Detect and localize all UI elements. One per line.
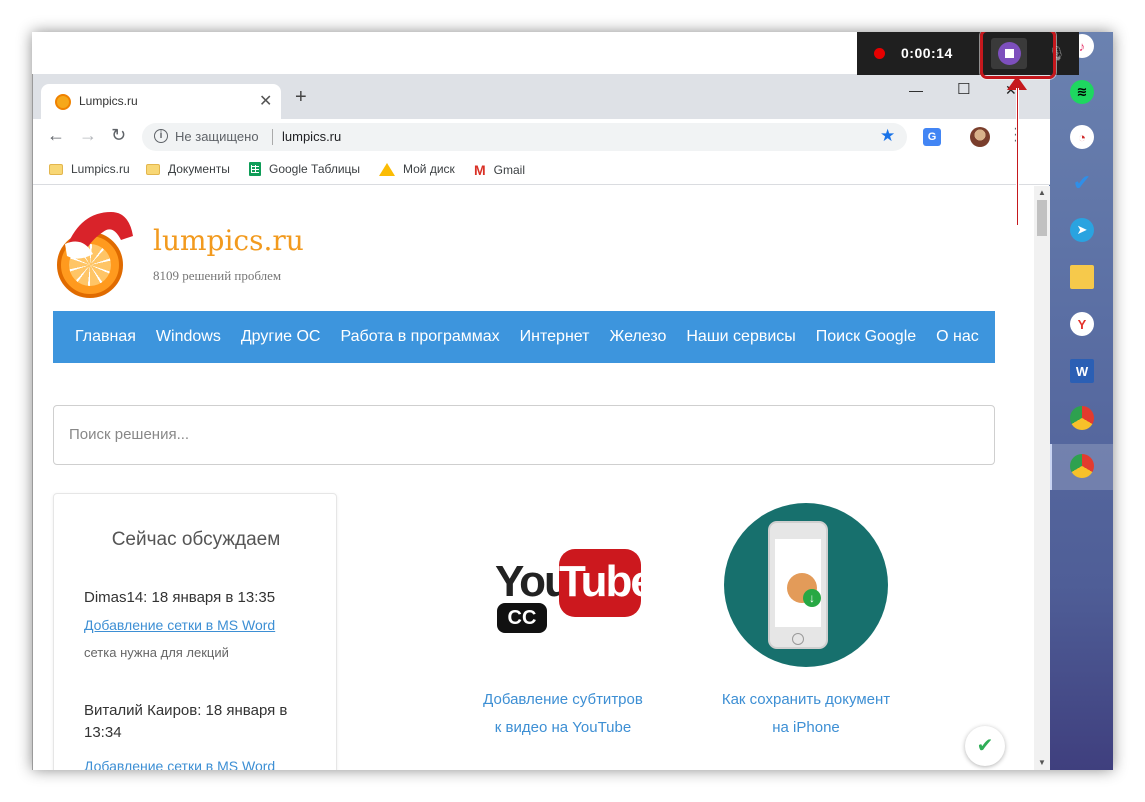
reload-icon[interactable]: ↻: [111, 125, 126, 146]
scroll-thumb[interactable]: [1037, 200, 1047, 236]
taskbar: ♪ ≋ ◔ ✔ ➤ Y W: [1049, 32, 1113, 770]
tab-strip: Lumpics.ru ✕ + — ☐ ✕: [33, 74, 1050, 119]
bookmark-star-icon[interactable]: ★: [880, 126, 895, 146]
bookmark-google-sheets[interactable]: Google Таблицы: [249, 162, 360, 176]
bookmark-my-drive[interactable]: Мой диск: [379, 162, 455, 176]
site-title[interactable]: lumpics.ru: [153, 224, 304, 257]
drive-icon: [379, 162, 395, 176]
annotation-highlight-box: [980, 32, 1056, 79]
article-card-caption[interactable]: Как сохранить документ на iPhone: [696, 686, 916, 742]
browser-toolbar: ← → ↻ i Не защищено lumpics.ru ★ G ···: [33, 119, 1050, 155]
close-tab-icon[interactable]: ✕: [259, 91, 272, 111]
address-url[interactable]: lumpics.ru: [282, 129, 341, 144]
translate-extension-icon[interactable]: G: [923, 128, 941, 146]
nav-services[interactable]: Наши сервисы: [686, 328, 795, 346]
iphone-icon: ↓: [768, 521, 828, 649]
gmail-icon: M: [474, 162, 486, 178]
tab-title: Lumpics.ru: [79, 94, 138, 108]
folder-icon: [49, 163, 63, 175]
comment-article-link[interactable]: Добавление сетки в MS Word: [84, 758, 275, 770]
home-button-icon: [792, 633, 804, 645]
minimize-icon[interactable]: —: [909, 82, 923, 98]
bookmarks-bar: Lumpics.ru Документы Google Таблицы Мой …: [33, 155, 1050, 185]
web-page: lumpics.ru 8109 решений проблем Главная …: [33, 186, 1037, 770]
folder-icon: [146, 163, 160, 175]
cc-icon: CC: [497, 603, 547, 633]
page-scrollbar[interactable]: ▲ ▼: [1034, 186, 1050, 770]
folder-icon[interactable]: [1070, 265, 1094, 289]
new-tab-icon[interactable]: +: [295, 87, 307, 107]
shield-check-icon[interactable]: ✔: [965, 726, 1005, 766]
sheets-icon: [249, 162, 261, 176]
nav-hardware[interactable]: Железо: [609, 328, 666, 346]
desktop-screen: ♪ ≋ ◔ ✔ ➤ Y W Lumpics.ru ✕ + — ☐ ✕ ← → ↻: [32, 32, 1113, 770]
chrome-profile-icon[interactable]: [1070, 454, 1094, 478]
annotation-arrow-line: [1016, 88, 1019, 225]
info-icon[interactable]: i: [154, 129, 168, 143]
site-search-box: [53, 405, 995, 465]
site-navbar: Главная Windows Другие ОС Работа в прогр…: [53, 311, 995, 363]
nav-windows[interactable]: Windows: [156, 328, 221, 346]
nav-about[interactable]: О нас: [936, 328, 979, 346]
nav-internet[interactable]: Интернет: [520, 328, 590, 346]
yandex-browser-icon[interactable]: Y: [1070, 312, 1094, 336]
profile-avatar[interactable]: [970, 127, 990, 147]
browser-window: Lumpics.ru ✕ + — ☐ ✕ ← → ↻ i Не защищено…: [32, 74, 1050, 770]
comment-author: Dimas14: 18 января в 13:35: [84, 589, 276, 606]
chrome-icon[interactable]: [1070, 406, 1094, 430]
word-icon[interactable]: W: [1070, 359, 1094, 383]
bookmark-lumpics[interactable]: Lumpics.ru: [49, 162, 130, 176]
maximize-icon[interactable]: ☐: [957, 80, 970, 98]
checkmark-icon[interactable]: ✔: [1070, 170, 1094, 195]
recording-timer: 0:00:14: [901, 45, 953, 61]
comment-text: сетка нужна для лекций: [84, 645, 229, 660]
search-input[interactable]: [69, 426, 969, 443]
nav-google-search[interactable]: Поиск Google: [816, 328, 916, 346]
telegram-icon[interactable]: ➤: [1070, 218, 1094, 242]
record-dot-icon: [874, 48, 885, 59]
comment-article-link[interactable]: Добавление сетки в MS Word: [84, 617, 275, 633]
youtube-cc-logo[interactable]: You Tube CC: [473, 503, 655, 668]
discussion-panel: Сейчас обсуждаем Dimas14: 18 января в 13…: [53, 493, 337, 770]
lumpics-favicon-icon: [55, 94, 71, 110]
scroll-up-icon[interactable]: ▲: [1038, 188, 1046, 197]
nav-programs[interactable]: Работа в программах: [340, 328, 499, 346]
nav-other-os[interactable]: Другие ОС: [241, 328, 321, 346]
bookmark-documents[interactable]: Документы: [146, 162, 230, 176]
forward-icon[interactable]: →: [79, 125, 97, 146]
back-icon[interactable]: ←: [47, 125, 65, 146]
iphone-illustration[interactable]: ↓: [716, 503, 896, 668]
youtube-logo-tube: Tube: [559, 549, 655, 617]
youtube-logo-you: You: [495, 557, 571, 606]
address-separator: [272, 129, 273, 145]
santa-hat-icon: [65, 212, 138, 259]
speedometer-icon[interactable]: ◔: [1070, 125, 1094, 149]
security-status: Не защищено: [175, 129, 259, 144]
comment-author: Виталий Каиров: 18 января в 13:34: [84, 702, 288, 741]
address-bar[interactable]: i Не защищено lumpics.ru ★: [142, 123, 907, 151]
browser-tab[interactable]: Lumpics.ru ✕: [41, 84, 281, 119]
discussion-title: Сейчас обсуждаем: [111, 529, 281, 550]
scroll-down-icon[interactable]: ▼: [1038, 758, 1046, 767]
spotify-icon[interactable]: ≋: [1070, 80, 1094, 104]
site-subtitle: 8109 решений проблем: [153, 268, 282, 283]
download-icon: ↓: [803, 589, 821, 607]
bookmark-gmail[interactable]: M Gmail: [474, 162, 525, 178]
nav-home[interactable]: Главная: [75, 328, 136, 346]
article-card-caption[interactable]: Добавление субтитров к видео на YouTube: [453, 686, 673, 742]
